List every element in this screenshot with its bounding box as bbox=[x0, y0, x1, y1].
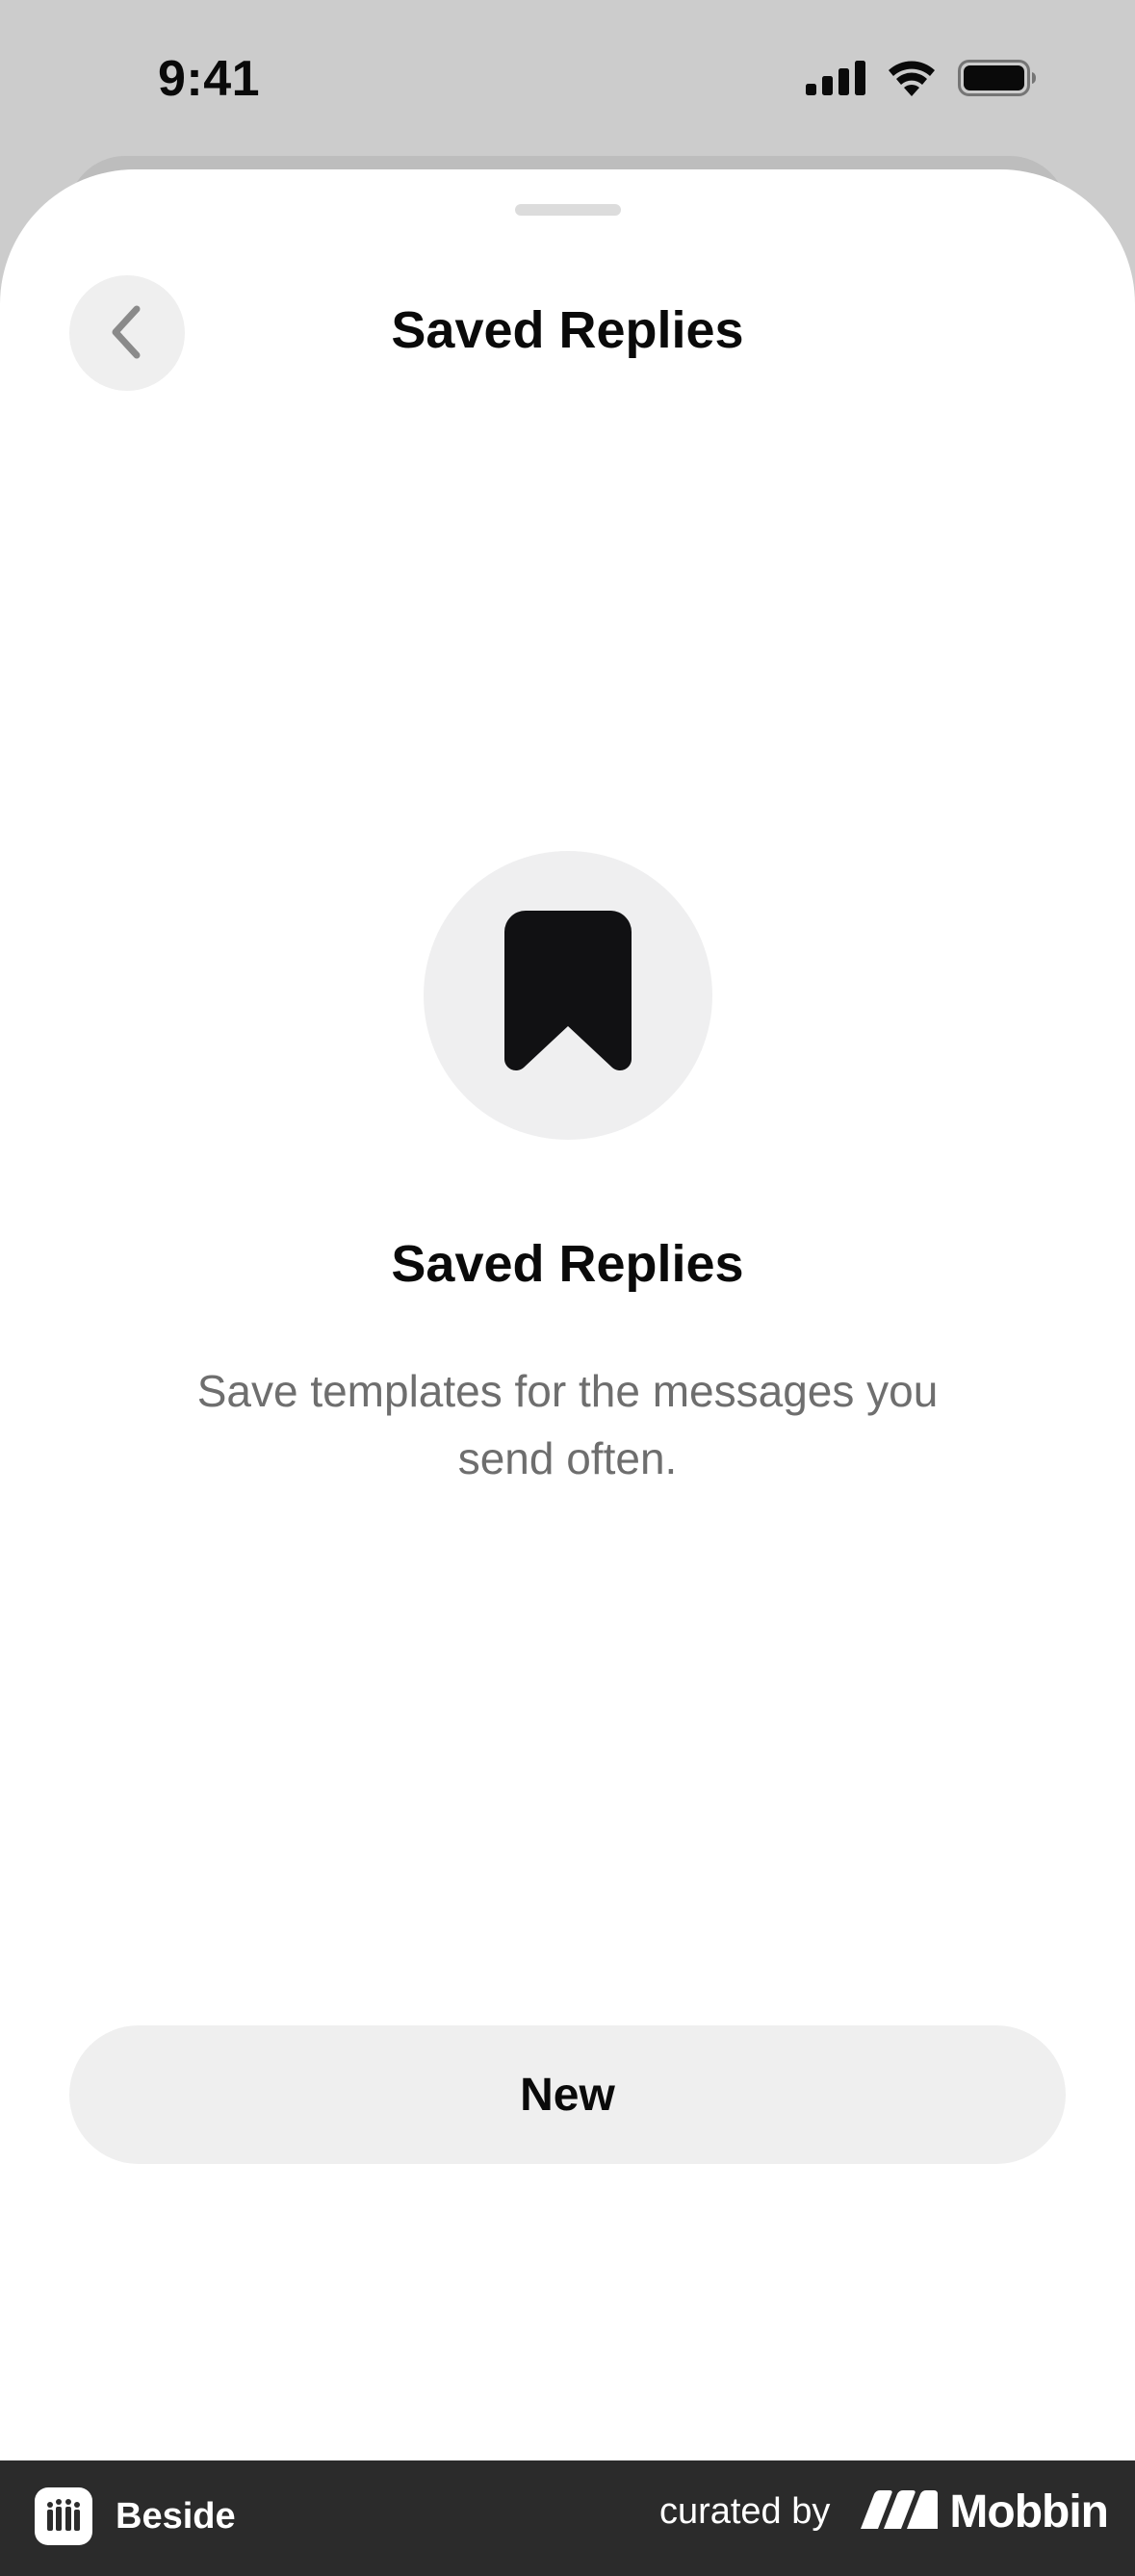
mobbin-brand: Mobbin bbox=[861, 2486, 1109, 2538]
curated-by-label: curated by bbox=[658, 2491, 831, 2532]
empty-state-description: Save templates for the messages you send… bbox=[196, 1366, 939, 1483]
page-title: Saved Replies bbox=[391, 301, 744, 359]
status-time: 9:41 bbox=[158, 51, 261, 107]
wifi-icon bbox=[887, 60, 937, 101]
bookmark-icon bbox=[503, 910, 632, 1081]
footer-app: Beside bbox=[35, 2487, 236, 2545]
app-logo-icon bbox=[35, 2487, 92, 2545]
new-reply-button[interactable]: New bbox=[69, 2025, 1066, 2164]
footer-app-name: Beside bbox=[116, 2495, 236, 2537]
empty-state-icon-circle bbox=[424, 851, 712, 1140]
footer-credit: curated by Mobbin bbox=[658, 2486, 1109, 2538]
mobbin-logo-icon bbox=[861, 2490, 939, 2534]
screen: 9:41 Saved Replies Saved Replies Save te… bbox=[0, 0, 1135, 2576]
mobbin-wordmark: Mobbin bbox=[949, 2486, 1109, 2537]
footer-bar: Beside curated by Mobbin bbox=[0, 2460, 1135, 2576]
sheet-grabber[interactable] bbox=[515, 204, 621, 216]
empty-state-title: Saved Replies bbox=[391, 1235, 744, 1293]
status-bar: 9:41 bbox=[0, 0, 1135, 164]
cellular-signal-icon bbox=[806, 61, 865, 100]
battery-icon bbox=[958, 60, 1037, 101]
status-icons bbox=[806, 60, 1037, 101]
